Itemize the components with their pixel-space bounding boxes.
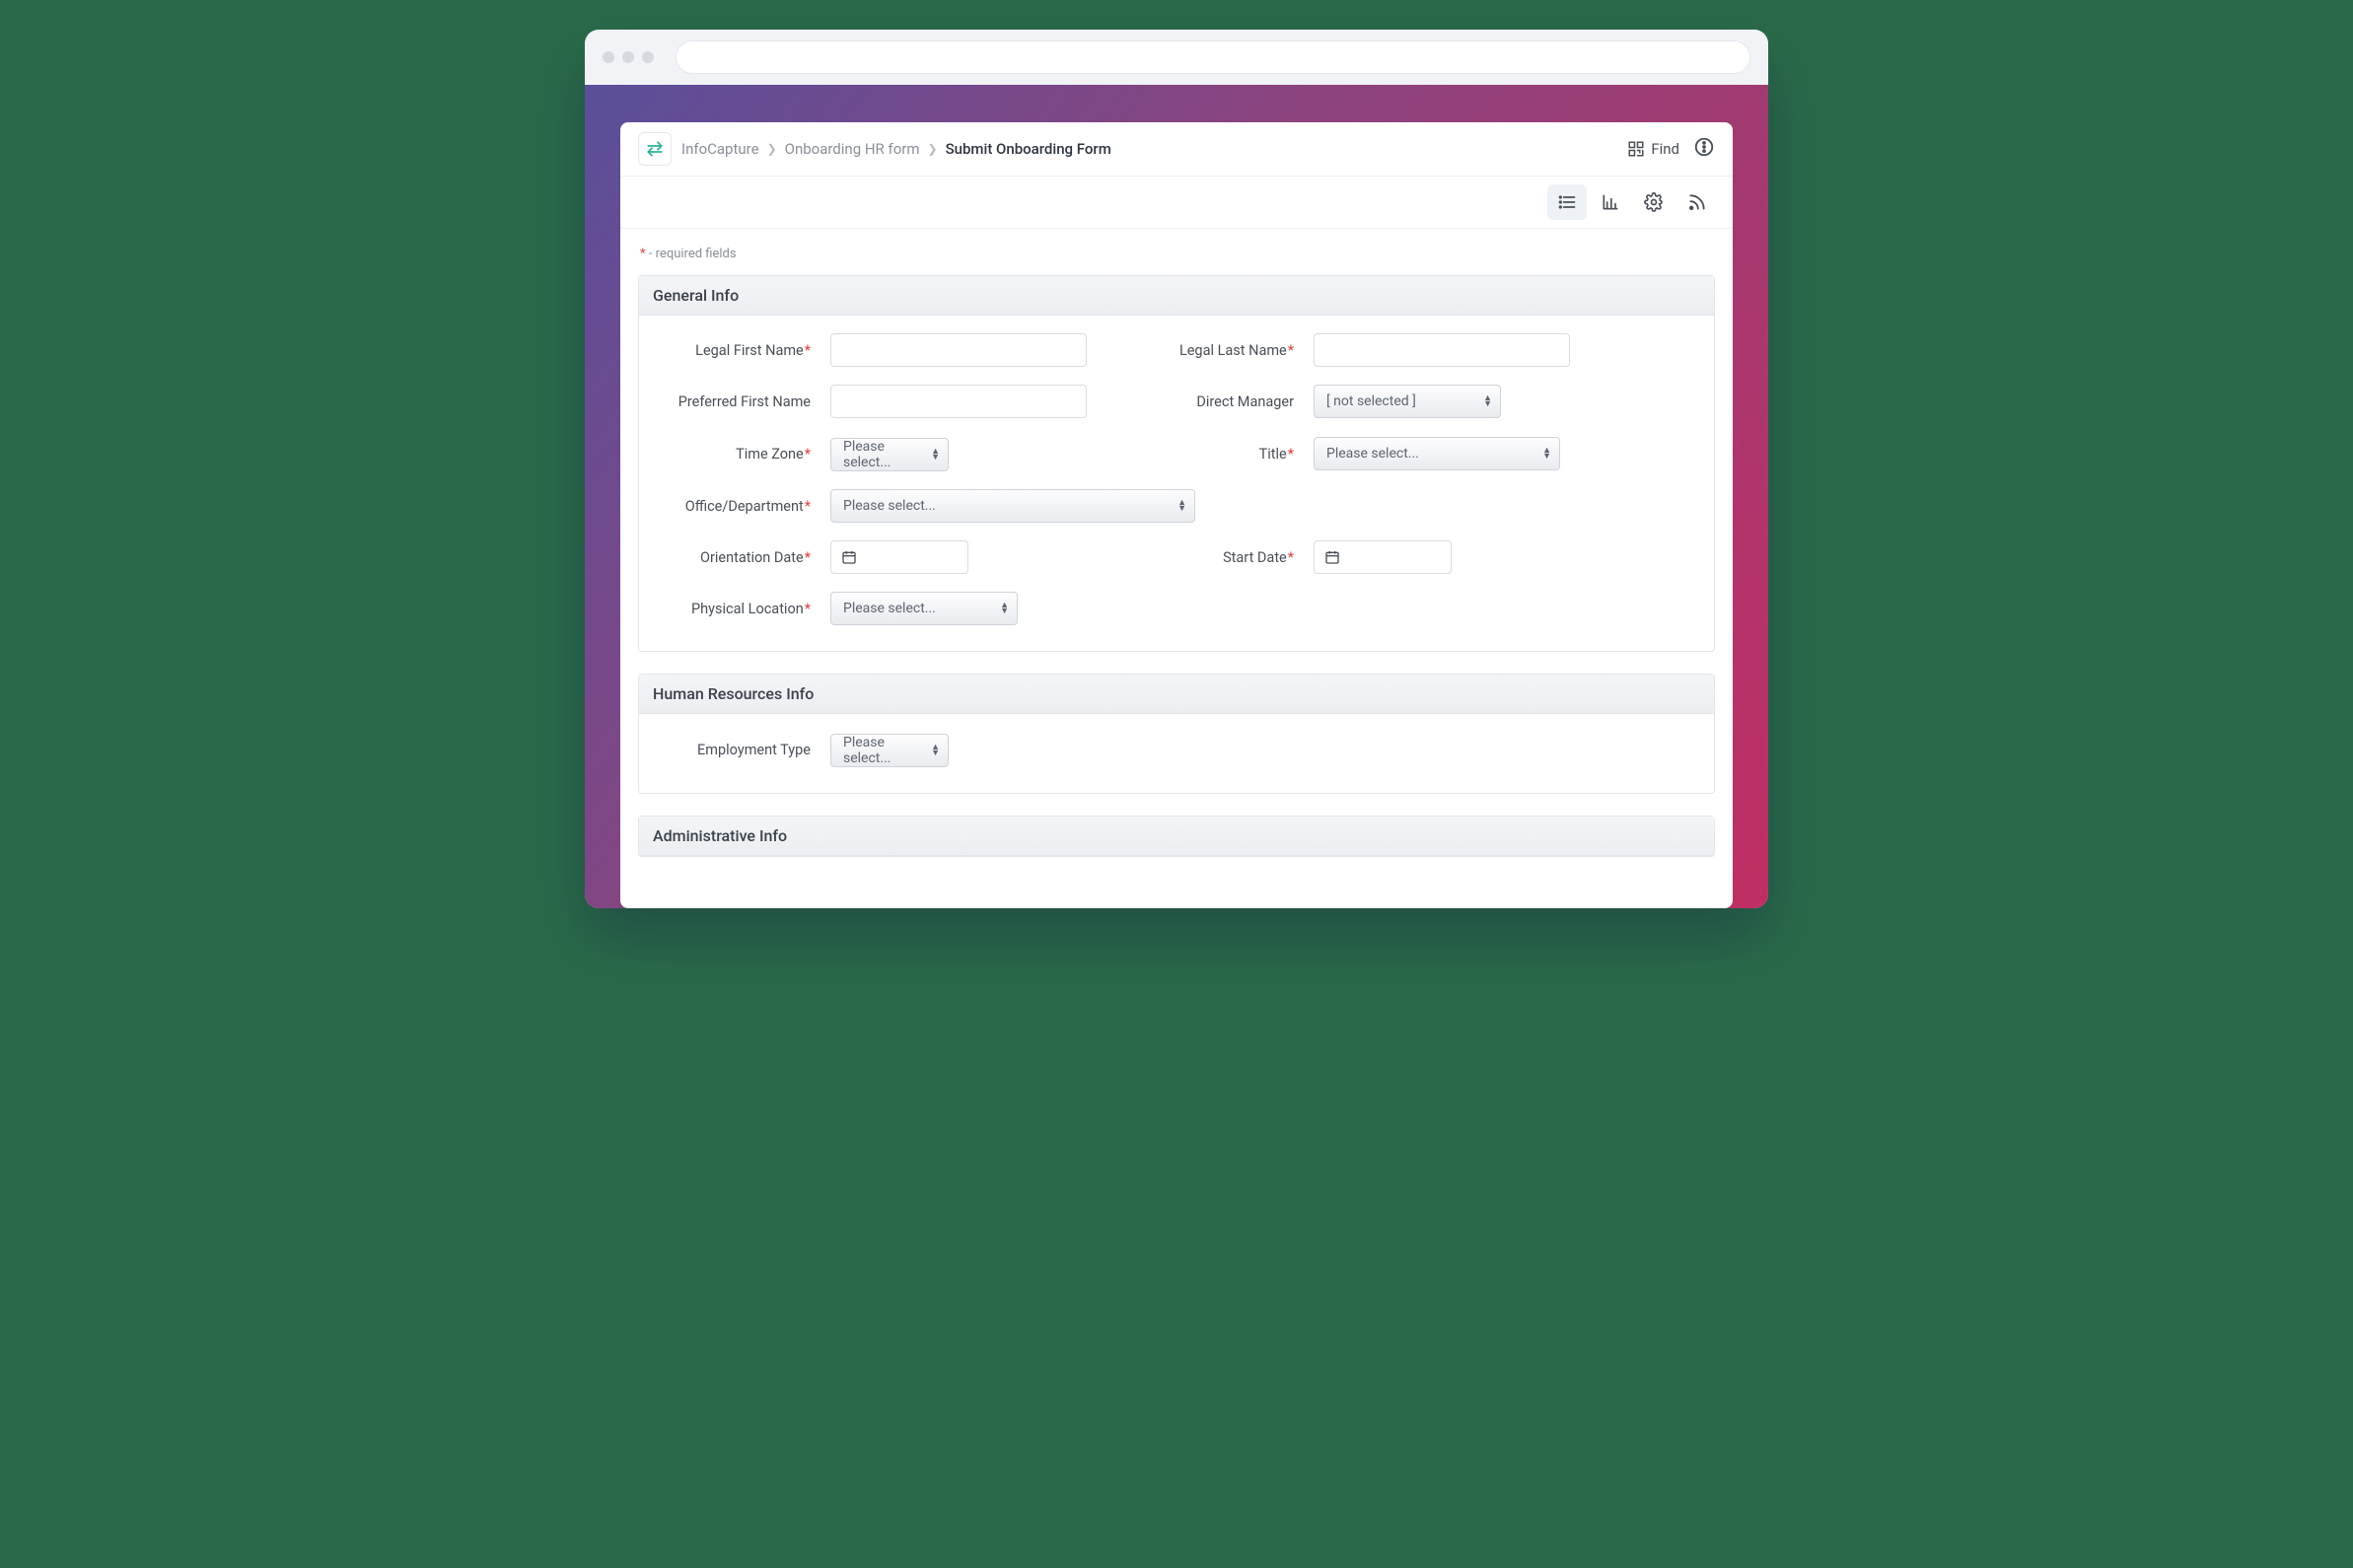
label-start-date: Start Date* [1116,549,1294,566]
select-arrows-icon: ▲▼ [1000,603,1009,614]
chart-view-button[interactable] [1591,184,1630,220]
calendar-icon [841,549,857,565]
orientation-date-input[interactable] [830,540,968,574]
select-arrows-icon: ▲▼ [1483,395,1492,407]
window-dot [642,51,654,63]
gear-icon [1644,192,1664,212]
window-dot [603,51,614,63]
label-title: Title* [1116,446,1294,463]
find-button[interactable]: Find [1627,140,1679,158]
form-area: * - required fields General Info Legal F… [620,229,1733,908]
office-department-select[interactable]: Please select... ▲▼ [830,489,1195,523]
direct-manager-select[interactable]: [ not selected ] ▲▼ [1314,385,1501,418]
select-value: Please select... [843,601,936,616]
app-logo-icon [638,132,672,166]
section-admin-info: Administrative Info [638,816,1715,857]
select-arrows-icon: ▲▼ [931,449,940,461]
qr-scan-icon [1627,140,1645,158]
start-date-input[interactable] [1314,540,1452,574]
breadcrumb-item[interactable]: Onboarding HR form [785,140,920,158]
calendar-icon [1324,549,1340,565]
label-time-zone: Time Zone* [653,446,811,463]
label-physical-location: Physical Location* [653,601,811,617]
topbar-actions: Find [1627,136,1715,162]
breadcrumb-item[interactable]: InfoCapture [681,140,759,158]
window-dot [622,51,634,63]
settings-button[interactable] [1634,184,1674,220]
chevron-right-icon: ❯ [767,142,777,156]
bar-chart-icon [1601,192,1620,212]
section-hr-info: Human Resources Info Employment Type Ple… [638,674,1715,794]
viewport: InfoCapture ❯ Onboarding HR form ❯ Submi… [585,85,1768,908]
employment-type-select[interactable]: Please select... ▲▼ [830,734,949,767]
select-value: Please select... [843,498,936,514]
section-header: Administrative Info [639,817,1714,856]
physical-location-select[interactable]: Please select... ▲▼ [830,592,1018,625]
select-arrows-icon: ▲▼ [1542,448,1551,460]
browser-titlebar [585,30,1768,85]
label-preferred-first-name: Preferred First Name [653,393,811,410]
breadcrumb: InfoCapture ❯ Onboarding HR form ❯ Submi… [681,140,1111,158]
list-view-button[interactable] [1547,184,1587,220]
title-select[interactable]: Please select... ▲▼ [1314,437,1560,470]
required-note: * - required fields [640,247,1715,261]
label-employment-type: Employment Type [653,742,811,758]
label-direct-manager: Direct Manager [1116,393,1294,410]
rss-button[interactable] [1677,184,1717,220]
select-value: Please select... [843,439,920,470]
section-header: Human Resources Info [639,675,1714,714]
select-value: Please select... [1326,446,1419,462]
section-general-info: General Info Legal First Name* Legal Las… [638,275,1715,652]
time-zone-select[interactable]: Please select... ▲▼ [830,438,949,471]
find-label: Find [1651,140,1679,158]
required-note-text: - required fields [646,247,737,261]
info-icon[interactable] [1693,136,1715,162]
rss-icon [1687,192,1707,212]
legal-first-name-input[interactable] [830,333,1087,367]
label-legal-last-name: Legal Last Name* [1116,342,1294,359]
app-panel: InfoCapture ❯ Onboarding HR form ❯ Submi… [620,122,1733,908]
browser-window: InfoCapture ❯ Onboarding HR form ❯ Submi… [585,30,1768,908]
view-toolbar [620,177,1733,229]
legal-last-name-input[interactable] [1314,333,1570,367]
label-orientation-date: Orientation Date* [653,549,811,566]
select-arrows-icon: ▲▼ [1177,500,1186,512]
select-value: Please select... [843,735,920,766]
select-value: [ not selected ] [1326,393,1416,409]
select-arrows-icon: ▲▼ [931,745,940,756]
breadcrumb-current: Submit Onboarding Form [946,140,1111,158]
address-bar[interactable] [676,40,1750,74]
section-header: General Info [639,276,1714,316]
preferred-first-name-input[interactable] [830,385,1087,418]
list-icon [1557,192,1577,212]
label-legal-first-name: Legal First Name* [653,342,811,359]
chevron-right-icon: ❯ [928,142,938,156]
topbar: InfoCapture ❯ Onboarding HR form ❯ Submi… [620,122,1733,177]
label-office-department: Office/Department* [653,498,811,515]
